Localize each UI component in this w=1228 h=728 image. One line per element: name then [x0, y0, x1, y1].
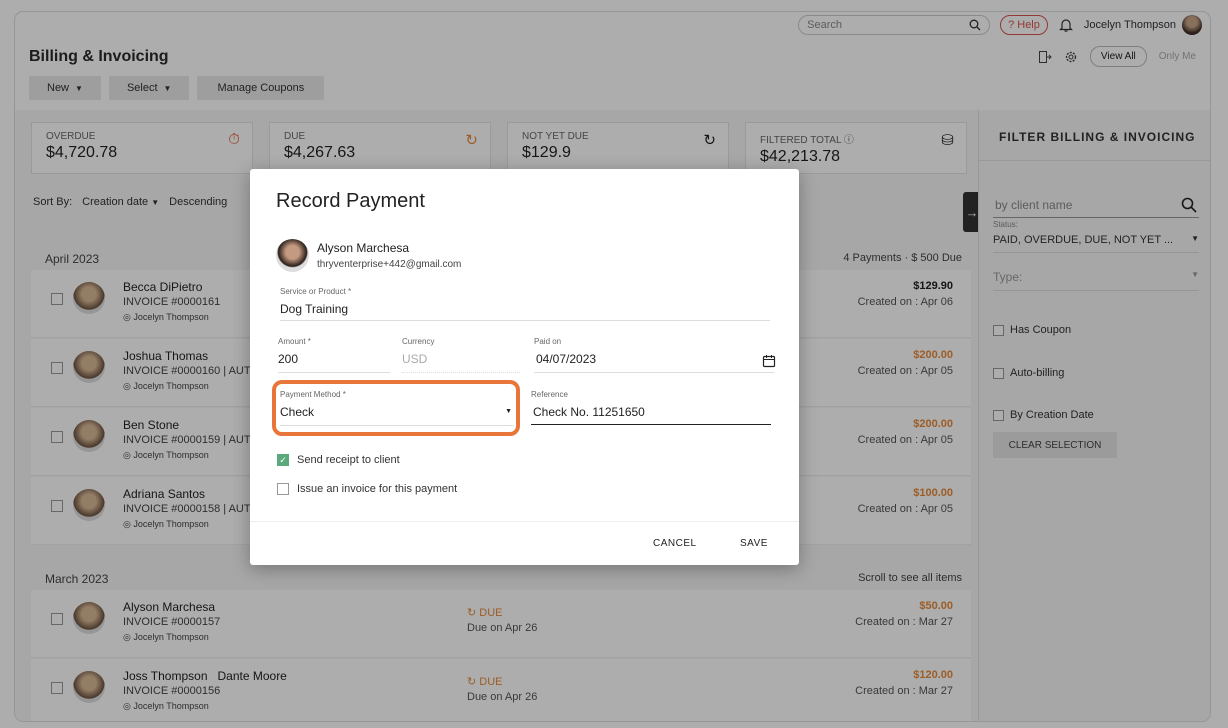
field-label: Amount * — [278, 337, 311, 346]
field-label: Currency — [402, 337, 435, 346]
field-label: Service or Product * — [280, 287, 352, 296]
checkbox-checked: ✓ — [277, 454, 289, 466]
field-underline — [280, 320, 770, 321]
divider — [250, 521, 799, 522]
cancel-button[interactable]: CANCEL — [653, 538, 697, 549]
field-label: Paid on — [534, 337, 562, 346]
client-email: thryventerprise+442@gmail.com — [317, 259, 462, 270]
field-underline — [534, 372, 774, 373]
field-underline — [402, 372, 520, 373]
field-value: Check No. 11251650 — [533, 405, 645, 419]
highlight-outline — [272, 380, 520, 436]
service-field[interactable]: Service or Product * Dog Training — [280, 287, 770, 321]
paid-on-field[interactable]: Paid on 04/07/2023 — [534, 337, 776, 373]
dialog-title: Record Payment — [276, 190, 425, 212]
field-value: Dog Training — [280, 302, 349, 316]
record-payment-dialog: Record Payment Alyson Marchesa thryvente… — [250, 169, 799, 565]
issue-invoice-checkbox[interactable]: Issue an invoice for this payment — [277, 483, 457, 495]
save-button[interactable]: SAVE — [740, 538, 768, 549]
avatar — [276, 239, 309, 272]
checkbox-label: Send receipt to client — [297, 454, 400, 466]
field-underline — [278, 372, 390, 373]
checkbox-unchecked — [277, 483, 289, 495]
field-label: Reference — [531, 390, 568, 399]
field-value: 04/07/2023 — [536, 352, 597, 366]
field-value: USD — [402, 352, 428, 366]
checkbox-label: Issue an invoice for this payment — [297, 483, 458, 495]
amount-field[interactable]: Amount * 200 — [278, 337, 390, 373]
field-underline — [531, 424, 771, 425]
client-name: Alyson Marchesa — [317, 241, 410, 255]
calendar-icon[interactable] — [762, 354, 776, 368]
reference-field[interactable]: Reference Check No. 11251650 — [531, 390, 771, 425]
field-value: 200 — [278, 352, 299, 366]
currency-field: Currency USD — [402, 337, 520, 373]
send-receipt-checkbox[interactable]: ✓ Send receipt to client — [277, 454, 400, 466]
